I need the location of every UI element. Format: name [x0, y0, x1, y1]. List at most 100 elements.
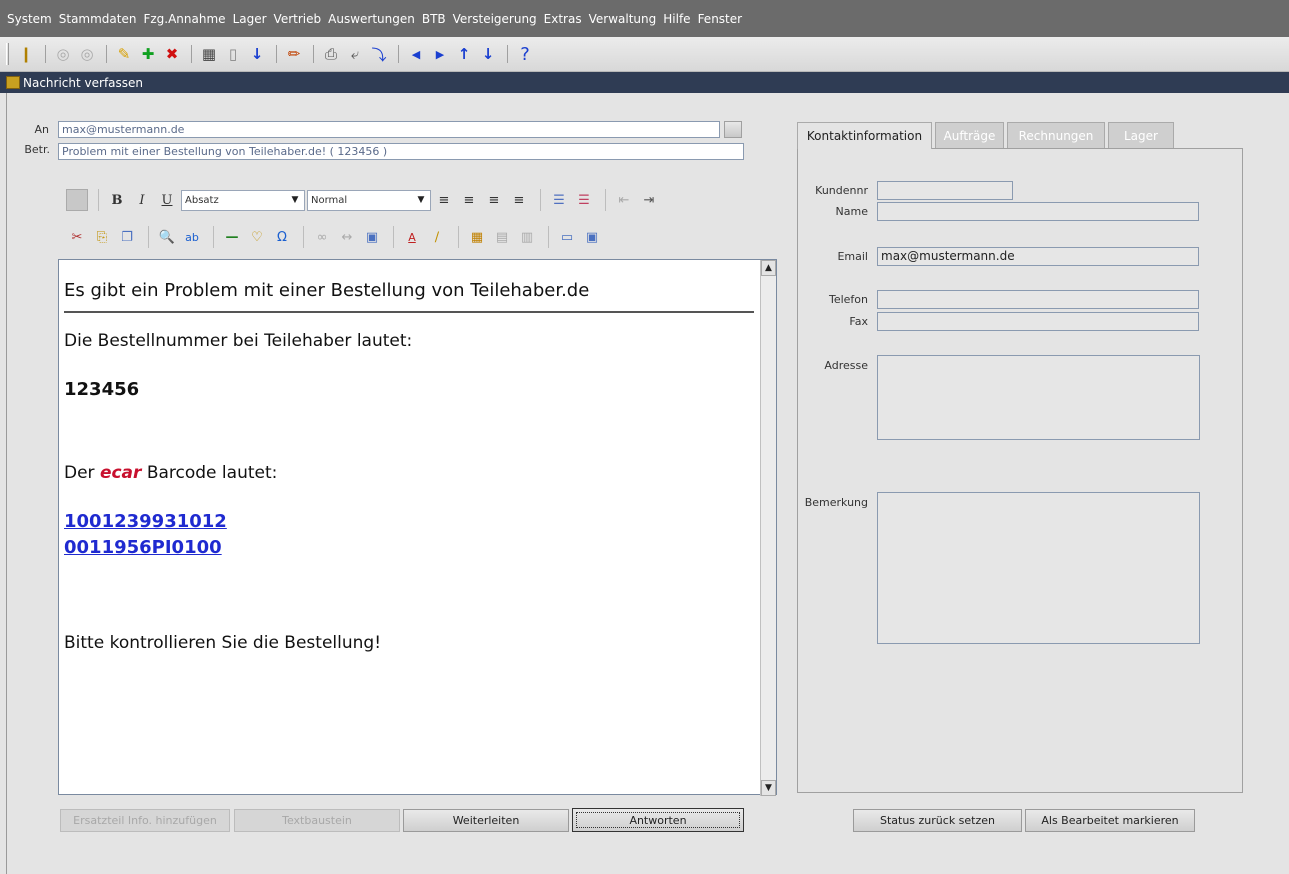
forward-button[interactable]: Weiterleiten	[403, 809, 569, 832]
message-editor[interactable]: Es gibt ein Problem mit einer Bestellung…	[58, 259, 777, 796]
barcode-link-2[interactable]: 0011956PI0100	[64, 537, 222, 558]
sort-icon[interactable]: ⤶	[344, 43, 366, 65]
bold-icon[interactable]: B	[106, 189, 128, 211]
exit-icon[interactable]: ❙	[15, 43, 37, 65]
special-character-icon[interactable]: ♡	[246, 226, 268, 248]
add-part-info-button[interactable]: Ersatzteil Info. hinzufügen	[60, 809, 230, 832]
print-icon[interactable]: ⎙	[320, 43, 342, 65]
toolbar-separator	[191, 45, 192, 63]
horizontal-rule-icon[interactable]: —	[221, 226, 243, 248]
unlink-icon[interactable]: ↔	[336, 226, 358, 248]
html-source-icon[interactable]: ▭	[556, 226, 578, 248]
outdent-icon[interactable]: ⇤	[613, 189, 635, 211]
bemerkung-field[interactable]	[877, 492, 1200, 644]
cut-icon[interactable]: ✂	[66, 226, 88, 248]
barcode-intro-prefix: Der	[64, 463, 100, 483]
calculator-icon[interactable]: ▦	[198, 43, 220, 65]
prev-icon[interactable]: ◀	[405, 43, 427, 65]
editor-closing-line: Bitte kontrollieren Sie die Bestellung!	[64, 633, 382, 653]
editor-scrollbar[interactable]: ▲ ▼	[760, 260, 776, 796]
fax-field[interactable]	[877, 312, 1199, 331]
bullet-list-icon[interactable]: ☰	[548, 189, 570, 211]
link-icon[interactable]: ∞	[311, 226, 333, 248]
to-field[interactable]: max@mustermann.de	[58, 121, 720, 138]
find-icon[interactable]: 🔍	[156, 226, 178, 248]
compose-window: An max@mustermann.de Betr. Problem mit e…	[0, 93, 1289, 874]
back-icon[interactable]: ◎	[52, 43, 74, 65]
highlight-icon[interactable]: ∕	[426, 226, 448, 248]
table-col-icon[interactable]: ▥	[516, 226, 538, 248]
align-center-icon[interactable]: ≡	[458, 189, 480, 211]
italic-icon[interactable]: I	[131, 189, 153, 211]
menu-system[interactable]: System	[7, 12, 52, 26]
clear-icon[interactable]: ✏	[283, 43, 305, 65]
image-icon[interactable]: ▣	[361, 226, 383, 248]
menu-fzg-annahme[interactable]: Fzg.Annahme	[143, 12, 225, 26]
editor-barcode-intro: Der ecar Barcode lautet:	[64, 463, 277, 483]
filter-icon[interactable]: ⤵	[368, 43, 390, 65]
address-book-button[interactable]	[724, 121, 742, 138]
table-row-icon[interactable]: ▤	[491, 226, 513, 248]
barcode-link-1[interactable]: 1001239931012	[64, 511, 227, 532]
paste-icon[interactable]: ⎘	[91, 226, 113, 248]
reply-button[interactable]: Antworten	[572, 808, 744, 832]
next-icon[interactable]: ▶	[429, 43, 451, 65]
replace-icon[interactable]: ab	[181, 226, 203, 248]
add-icon[interactable]: ✚	[137, 43, 159, 65]
menu-vertrieb[interactable]: Vertrieb	[274, 12, 322, 26]
chevron-down-icon: ▼	[417, 195, 425, 205]
subject-field[interactable]: Problem mit einer Bestellung von Teileha…	[58, 143, 744, 160]
name-field[interactable]	[877, 202, 1199, 221]
menu-extras[interactable]: Extras	[544, 12, 582, 26]
reset-status-button[interactable]: Status zurück setzen	[853, 809, 1022, 832]
editor-heading-line: Es gibt ein Problem mit einer Bestellung…	[64, 280, 590, 301]
menu-auswertungen[interactable]: Auswertungen	[328, 12, 415, 26]
delete-icon[interactable]: ✖	[161, 43, 183, 65]
menu-lager[interactable]: Lager	[233, 12, 267, 26]
document-icon[interactable]: ▯	[222, 43, 244, 65]
justify-icon[interactable]: ≡	[508, 189, 530, 211]
tab-contact-information[interactable]: Kontaktinformation	[797, 122, 932, 149]
numbered-list-icon[interactable]: ☰	[573, 189, 595, 211]
indent-icon[interactable]: ⇥	[638, 189, 660, 211]
tab-invoices[interactable]: Rechnungen	[1007, 122, 1105, 148]
down-icon[interactable]: ↓	[477, 43, 499, 65]
scroll-down-icon[interactable]: ▼	[761, 780, 776, 796]
menu-stammdaten[interactable]: Stammdaten	[59, 12, 137, 26]
telefon-field[interactable]	[877, 290, 1199, 309]
up-icon[interactable]: ↑	[453, 43, 475, 65]
omega-icon[interactable]: Ω	[271, 226, 293, 248]
table-icon[interactable]: ▦	[466, 226, 488, 248]
edit-icon[interactable]: ✎	[113, 43, 135, 65]
menu-versteigerung[interactable]: Versteigerung	[453, 12, 537, 26]
copy-icon[interactable]: ❐	[116, 226, 138, 248]
adresse-field[interactable]	[877, 355, 1200, 440]
menu-btb[interactable]: BTB	[422, 12, 446, 26]
font-size-select[interactable]: Normal ▼	[307, 189, 431, 211]
toolbar-separator	[605, 189, 606, 211]
menu-verwaltung[interactable]: Verwaltung	[589, 12, 657, 26]
align-right-icon[interactable]: ≡	[483, 189, 505, 211]
kundennr-field[interactable]	[877, 181, 1013, 200]
forward-icon[interactable]: ◎	[76, 43, 98, 65]
align-left-icon[interactable]: ≡	[433, 189, 455, 211]
download-icon[interactable]: ↓	[246, 43, 268, 65]
scroll-up-icon[interactable]: ▲	[761, 260, 776, 276]
window-title: Nachricht verfassen	[23, 75, 144, 90]
email-field[interactable]: max@mustermann.de	[877, 247, 1199, 266]
text-color-icon[interactable]: A	[401, 226, 423, 248]
toolbar-handle[interactable]	[6, 43, 9, 65]
mark-processed-button[interactable]: Als Bearbeitet markieren	[1025, 809, 1195, 832]
paragraph-format-select[interactable]: Absatz ▼	[181, 189, 305, 211]
tab-orders[interactable]: Aufträge	[935, 122, 1004, 148]
help-icon[interactable]: ?	[514, 43, 536, 65]
tab-stock[interactable]: Lager	[1108, 122, 1174, 148]
menu-fenster[interactable]: Fenster	[698, 12, 743, 26]
format-placeholder-icon[interactable]	[66, 189, 88, 211]
underline-icon[interactable]: U	[156, 189, 178, 211]
menu-hilfe[interactable]: Hilfe	[663, 12, 690, 26]
preview-icon[interactable]: ▣	[581, 226, 603, 248]
toolbar-separator	[548, 226, 549, 248]
text-module-button[interactable]: Textbaustein	[234, 809, 400, 832]
menu-bar: System Stammdaten Fzg.Annahme Lager Vert…	[0, 0, 1289, 37]
